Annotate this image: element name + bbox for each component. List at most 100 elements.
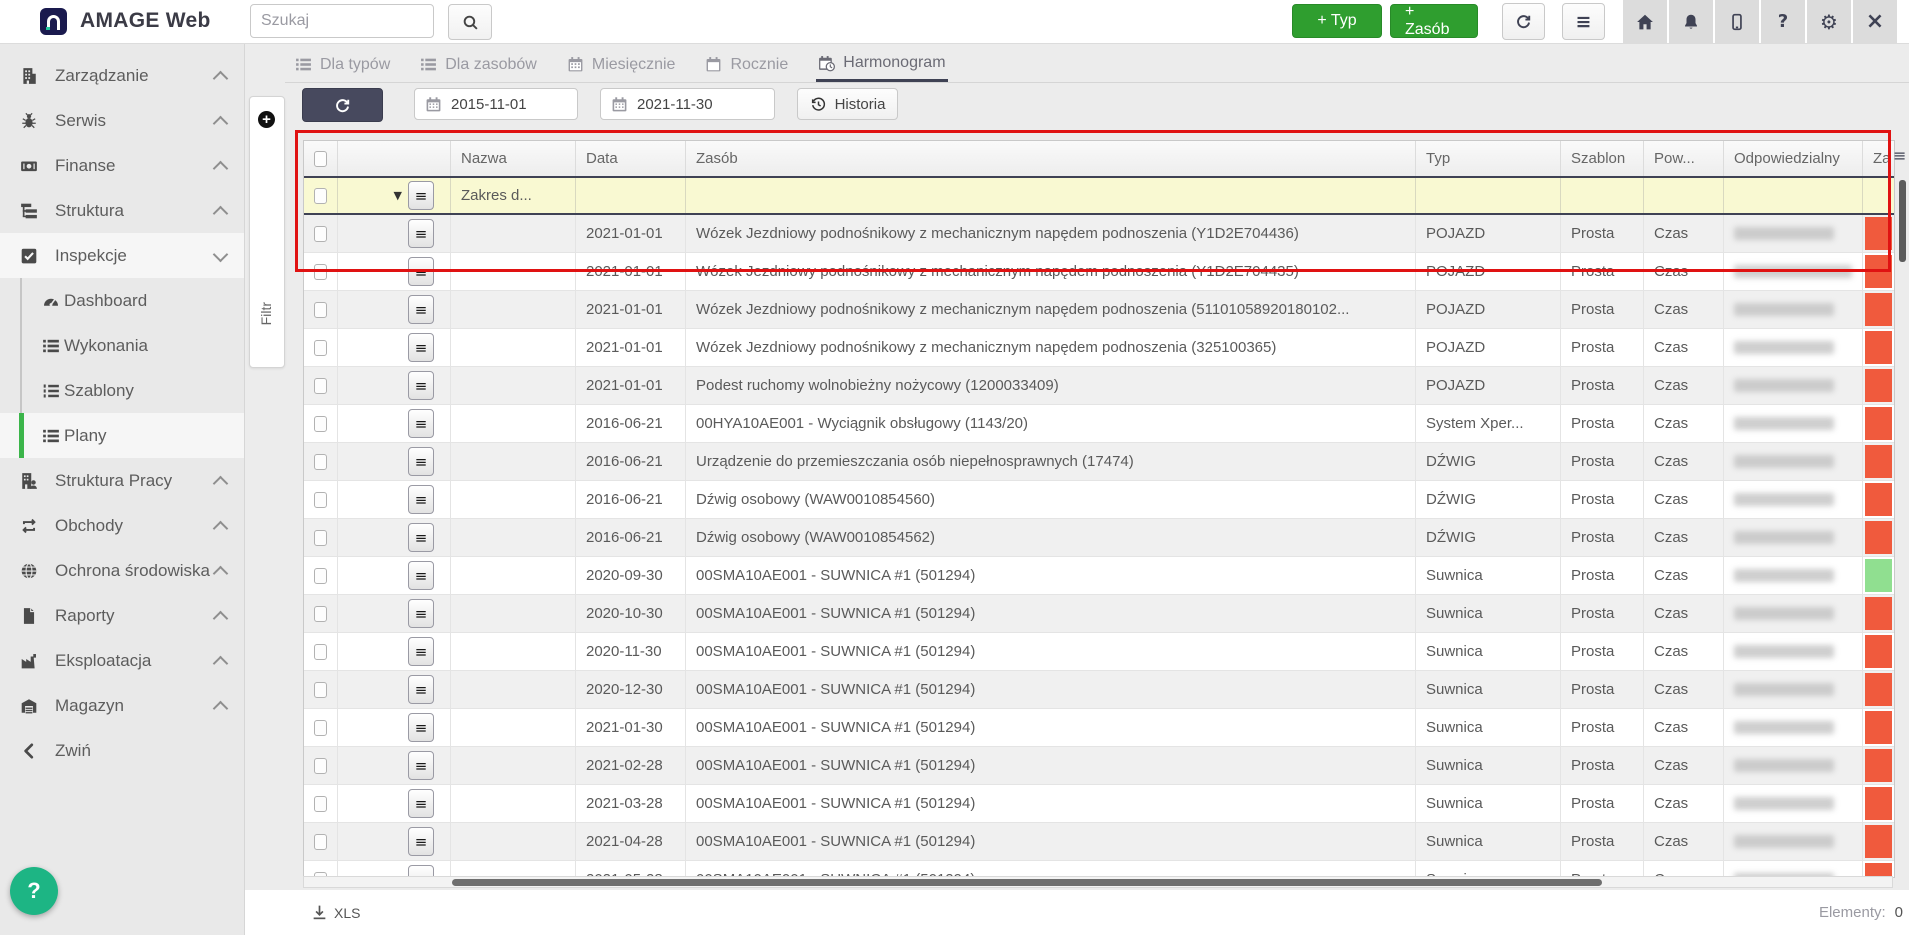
search-input[interactable] bbox=[250, 4, 434, 38]
tab-dla-typów[interactable]: Dla typów bbox=[293, 47, 392, 82]
column-header-za[interactable]: Za bbox=[1863, 141, 1894, 176]
date-from-input[interactable]: 2015-11-01 bbox=[414, 88, 578, 120]
row-menu-button[interactable]: ≡ bbox=[408, 637, 434, 666]
table-row[interactable]: ≡2020-11-3000SMA10AE001 - SUWNICA #1 (50… bbox=[304, 633, 1894, 671]
sidebar-item-dashboard[interactable]: Dashboard bbox=[0, 278, 244, 323]
table-row[interactable]: ≡2020-10-3000SMA10AE001 - SUWNICA #1 (50… bbox=[304, 595, 1894, 633]
table-row[interactable]: ≡2016-06-21Urządzenie do przemieszczania… bbox=[304, 443, 1894, 481]
table-row[interactable]: ≡2021-02-2800SMA10AE001 - SUWNICA #1 (50… bbox=[304, 747, 1894, 785]
row-checkbox[interactable] bbox=[314, 796, 327, 812]
row-checkbox[interactable] bbox=[314, 454, 327, 470]
sidebar-item-eksploatacja[interactable]: Eksploatacja bbox=[0, 638, 244, 683]
row-menu-button[interactable]: ≡ bbox=[408, 751, 434, 780]
row-menu-button[interactable]: ≡ bbox=[408, 333, 434, 362]
row-menu-button[interactable]: ≡ bbox=[408, 713, 434, 742]
row-checkbox[interactable] bbox=[314, 378, 327, 394]
date-to-input[interactable]: 2021-11-30 bbox=[600, 88, 775, 120]
row-checkbox[interactable] bbox=[314, 340, 327, 356]
search-button[interactable] bbox=[448, 4, 492, 40]
row-menu-button[interactable]: ≡ bbox=[408, 523, 434, 552]
history-button[interactable]: Historia bbox=[797, 88, 898, 120]
mobile-button[interactable] bbox=[1715, 0, 1759, 43]
table-row[interactable]: ≡2021-04-2800SMA10AE001 - SUWNICA #1 (50… bbox=[304, 823, 1894, 861]
row-menu-button[interactable]: ≡ bbox=[408, 371, 434, 400]
add-resource-button[interactable]: + Zasób bbox=[1390, 4, 1478, 38]
column-header-odpowiedzialny[interactable]: Odpowiedzialny bbox=[1724, 141, 1863, 176]
table-row[interactable]: ≡2021-01-01Wózek Jezdniowy podnośnikowy … bbox=[304, 215, 1894, 253]
sidebar-item-struktura-pracy[interactable]: Struktura Pracy bbox=[0, 458, 244, 503]
add-type-button[interactable]: + Typ bbox=[1292, 4, 1382, 38]
column-header[interactable] bbox=[304, 141, 338, 176]
table-row[interactable]: ≡2021-01-01Wózek Jezdniowy podnośnikowy … bbox=[304, 329, 1894, 367]
row-checkbox[interactable] bbox=[314, 264, 327, 280]
row-checkbox[interactable] bbox=[314, 834, 327, 850]
table-row[interactable]: ≡2016-06-21Dźwig osobowy (WAW0010854562)… bbox=[304, 519, 1894, 557]
row-checkbox[interactable] bbox=[314, 568, 327, 584]
row-checkbox[interactable] bbox=[314, 226, 327, 242]
row-checkbox[interactable] bbox=[314, 720, 327, 736]
filter-panel-tab[interactable]: + Filtr bbox=[249, 96, 285, 368]
add-filter-icon[interactable]: + bbox=[258, 111, 275, 128]
sidebar-item-zarz-dzanie[interactable]: Zarządzanie bbox=[0, 53, 244, 98]
row-checkbox[interactable] bbox=[314, 644, 327, 660]
column-header-zasb[interactable]: Zasób bbox=[686, 141, 1416, 176]
sidebar-item-raporty[interactable]: Raporty bbox=[0, 593, 244, 638]
row-checkbox[interactable] bbox=[314, 492, 327, 508]
menu-button[interactable]: ≡ bbox=[1562, 3, 1605, 40]
row-menu-button[interactable]: ≡ bbox=[408, 409, 434, 438]
row-menu-button[interactable]: ≡ bbox=[408, 827, 434, 856]
sidebar-item-obchody[interactable]: Obchody bbox=[0, 503, 244, 548]
sidebar-item-wykonania[interactable]: Wykonania bbox=[0, 323, 244, 368]
sidebar-item-finanse[interactable]: Finanse bbox=[0, 143, 244, 188]
row-menu-button[interactable]: ≡ bbox=[408, 447, 434, 476]
column-header-szablon[interactable]: Szablon bbox=[1561, 141, 1644, 176]
tab-miesięcznie[interactable]: Miesięcznie bbox=[565, 47, 678, 82]
table-row[interactable]: ≡2021-01-3000SMA10AE001 - SUWNICA #1 (50… bbox=[304, 709, 1894, 747]
refresh-button[interactable] bbox=[1502, 3, 1545, 40]
row-checkbox[interactable] bbox=[314, 606, 327, 622]
sidebar-item-plany[interactable]: Plany bbox=[0, 413, 244, 458]
row-checkbox[interactable] bbox=[314, 188, 327, 204]
vertical-scrollbar[interactable] bbox=[1899, 180, 1906, 262]
row-menu-button[interactable]: ≡ bbox=[408, 675, 434, 704]
sidebar-item-szablony[interactable]: Szablony bbox=[0, 368, 244, 413]
scrollbar-thumb[interactable] bbox=[452, 879, 1602, 886]
column-config-icon[interactable]: ≡ bbox=[1893, 146, 1909, 165]
table-row[interactable]: ≡2016-06-21Dźwig osobowy (WAW0010854560)… bbox=[304, 481, 1894, 519]
table-row[interactable]: ≡2021-01-01Wózek Jezdniowy podnośnikowy … bbox=[304, 291, 1894, 329]
notifications-button[interactable] bbox=[1669, 0, 1713, 43]
row-menu-button[interactable]: ≡ bbox=[408, 599, 434, 628]
tab-harmonogram[interactable]: Harmonogram bbox=[816, 47, 947, 82]
column-header[interactable] bbox=[338, 141, 451, 176]
filter-nazwa-cell[interactable]: Zakres d... bbox=[451, 178, 576, 213]
tab-rocznie[interactable]: Rocznie bbox=[703, 47, 790, 82]
column-header-pow[interactable]: Pow... bbox=[1644, 141, 1724, 176]
column-header-data[interactable]: Data bbox=[576, 141, 686, 176]
sidebar-item-zwi-[interactable]: Zwiń bbox=[0, 728, 244, 773]
horizontal-scrollbar[interactable] bbox=[303, 876, 1893, 888]
table-row[interactable]: ≡2021-01-01Podest ruchomy wolnobieżny no… bbox=[304, 367, 1894, 405]
table-row[interactable]: ≡2020-09-3000SMA10AE001 - SUWNICA #1 (50… bbox=[304, 557, 1894, 595]
select-all-checkbox[interactable] bbox=[314, 151, 327, 167]
row-menu-button[interactable]: ≡ bbox=[408, 485, 434, 514]
row-checkbox[interactable] bbox=[314, 530, 327, 546]
sidebar-item-serwis[interactable]: Serwis bbox=[0, 98, 244, 143]
close-button[interactable]: × bbox=[1853, 0, 1897, 43]
row-checkbox[interactable] bbox=[314, 758, 327, 774]
row-menu-button[interactable]: ≡ bbox=[408, 295, 434, 324]
row-checkbox[interactable] bbox=[314, 682, 327, 698]
row-menu-button[interactable]: ≡ bbox=[408, 219, 434, 248]
settings-button[interactable]: ⚙ bbox=[1807, 0, 1851, 43]
sidebar-item-struktura[interactable]: Struktura bbox=[0, 188, 244, 233]
sidebar-item-magazyn[interactable]: Magazyn bbox=[0, 683, 244, 728]
column-header-nazwa[interactable]: Nazwa bbox=[451, 141, 576, 176]
table-row[interactable]: ≡2021-03-2800SMA10AE001 - SUWNICA #1 (50… bbox=[304, 785, 1894, 823]
row-menu-button[interactable]: ≡ bbox=[408, 561, 434, 590]
column-header-typ[interactable]: Typ bbox=[1416, 141, 1561, 176]
home-button[interactable] bbox=[1623, 0, 1667, 43]
table-refresh-button[interactable] bbox=[302, 88, 383, 122]
table-row[interactable]: ≡2016-06-2100HYA10AE001 - Wyciągnik obsł… bbox=[304, 405, 1894, 443]
chevron-down-icon[interactable]: ▼ bbox=[394, 189, 402, 202]
table-row[interactable]: ≡2021-05-2800SMA10AE001 - SUWNICA #1 (50… bbox=[304, 861, 1894, 877]
sidebar-item-ochrona-rodowiska[interactable]: Ochrona środowiska bbox=[0, 548, 244, 593]
